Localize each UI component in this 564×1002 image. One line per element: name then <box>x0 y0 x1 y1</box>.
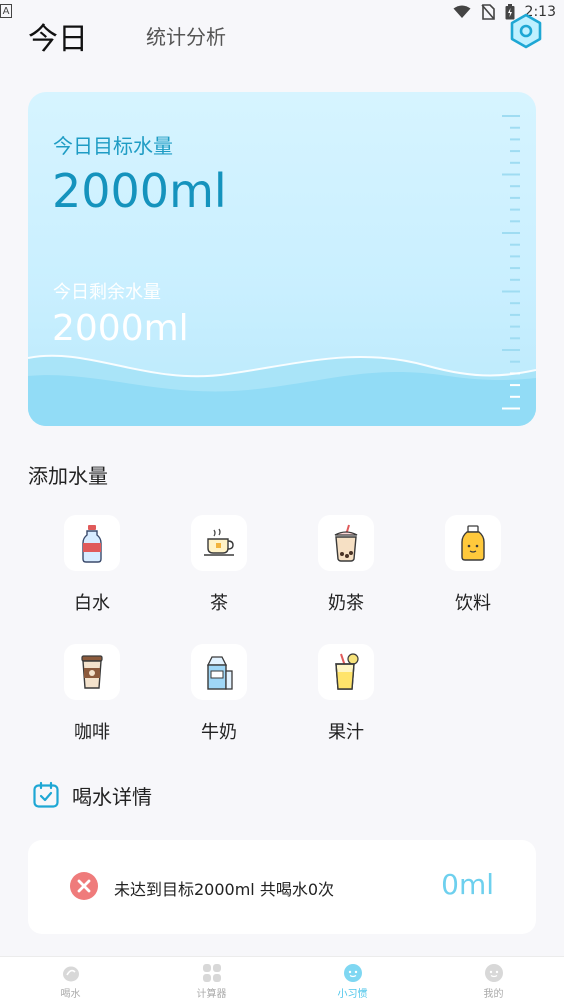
goal-label: 今日目标水量 <box>53 134 173 158</box>
fruit-juice-icon <box>335 653 359 690</box>
tab-today[interactable]: 今日 <box>28 14 88 58</box>
drink-label: 白水 <box>74 593 110 614</box>
remaining-value: 2000ml <box>52 308 189 349</box>
nav-calculator[interactable]: 计算器 <box>141 957 282 1002</box>
add-water-title: 添加水量 <box>28 464 108 488</box>
drink-summary-card: 未达到目标2000ml 共喝水0次 0ml <box>28 840 536 934</box>
drink-label: 咖啡 <box>74 722 110 743</box>
water-level-scale <box>502 115 520 410</box>
summary-text: 未达到目标2000ml 共喝水0次 <box>114 880 335 899</box>
nav-label: 喝水 <box>60 989 81 1000</box>
drink-icon-box <box>445 515 501 571</box>
tab-statistics[interactable]: 统计分析 <box>146 21 226 50</box>
drink-icon-box <box>64 644 120 700</box>
drink-icon-box <box>64 515 120 571</box>
water-drop-icon <box>62 966 79 982</box>
hexagon-settings-icon <box>510 13 542 49</box>
goal-value: 2000ml <box>52 164 227 218</box>
drink-icon-box <box>318 515 374 571</box>
milk-tea-icon <box>334 524 358 562</box>
nav-label: 我的 <box>483 989 504 1000</box>
calendar-check-icon <box>33 781 59 808</box>
details-title: 喝水详情 <box>72 784 152 809</box>
coffee-cup-icon <box>81 655 103 689</box>
nav-label: 计算器 <box>196 989 227 1000</box>
water-wave-graphic <box>28 354 536 426</box>
remaining-label: 今日剩余水量 <box>53 282 161 303</box>
drink-label: 奶茶 <box>328 593 364 614</box>
fail-x-icon <box>70 872 98 900</box>
profile-face-icon <box>484 964 503 982</box>
calculator-icon <box>202 964 221 982</box>
tea-cup-icon <box>204 528 234 556</box>
drink-label: 牛奶 <box>201 722 237 743</box>
drink-label: 饮料 <box>455 593 491 614</box>
drink-item-milk[interactable]: 牛奶 <box>164 644 274 754</box>
juice-bottle-icon <box>461 525 485 561</box>
nav-profile[interactable]: 我的 <box>423 957 564 1002</box>
drink-icon-box <box>191 515 247 571</box>
drink-item-water[interactable]: 白水 <box>37 515 147 625</box>
total-drunk-value: 0ml <box>441 868 494 901</box>
drink-icon-box <box>318 644 374 700</box>
water-bottle-icon <box>82 525 102 563</box>
water-goal-card: 今日目标水量 2000ml 今日剩余水量 2000ml <box>28 92 536 426</box>
nav-drink-water[interactable]: 喝水 <box>0 957 141 1002</box>
drink-item-milk-tea[interactable]: 奶茶 <box>291 515 401 625</box>
drink-details-header[interactable]: 喝水详情 <box>32 780 152 810</box>
drink-item-tea[interactable]: 茶 <box>164 515 274 625</box>
top-header: 今日 统计分析 <box>0 12 564 58</box>
drink-icon-box <box>191 644 247 700</box>
nav-label: 小习惯 <box>337 989 368 1000</box>
drink-item-fruit-juice[interactable]: 果汁 <box>291 644 401 754</box>
nav-habits[interactable]: 小习惯 <box>282 957 423 1002</box>
drink-item-coffee[interactable]: 咖啡 <box>37 644 147 754</box>
drink-item-beverage[interactable]: 饮料 <box>418 515 528 625</box>
settings-button[interactable] <box>508 12 544 50</box>
smiley-face-icon <box>343 964 362 982</box>
bottom-navigation: 喝水 计算器 小习惯 我的 <box>0 956 564 1002</box>
drink-label: 茶 <box>210 593 228 614</box>
milk-carton-icon <box>206 656 233 690</box>
drink-label: 果汁 <box>328 722 364 743</box>
